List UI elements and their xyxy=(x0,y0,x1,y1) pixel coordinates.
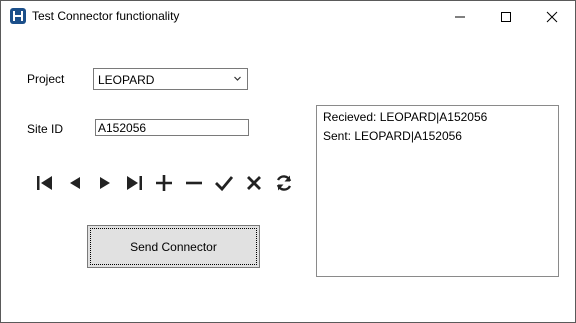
delete-icon xyxy=(186,181,202,185)
confirm-button[interactable] xyxy=(211,169,237,197)
site-id-value: A152056 xyxy=(98,121,147,135)
site-id-label: Site ID xyxy=(27,122,64,136)
confirm-icon xyxy=(215,176,234,192)
minimize-icon xyxy=(455,16,465,18)
project-label: Project xyxy=(27,72,65,86)
send-connector-button[interactable]: Send Connector xyxy=(87,225,260,268)
project-dropdown[interactable]: LEOPARD xyxy=(93,68,248,90)
add-icon xyxy=(156,175,172,191)
app-logo-icon xyxy=(10,8,26,24)
previous-icon xyxy=(70,177,80,189)
next-icon xyxy=(100,177,110,189)
next-record-button[interactable] xyxy=(92,169,118,197)
maximize-button[interactable] xyxy=(483,1,529,32)
first-record-button[interactable] xyxy=(32,169,58,197)
first-icon xyxy=(37,176,52,190)
chevron-down-icon xyxy=(234,76,241,81)
send-connector-label: Send Connector xyxy=(130,240,217,254)
title-bar: Test Connector functionality xyxy=(1,1,575,32)
last-record-button[interactable] xyxy=(121,169,147,197)
window-title: Test Connector functionality xyxy=(32,9,180,23)
log-line-sent: Sent: LEOPARD|A152056 xyxy=(323,129,462,143)
minimize-button[interactable] xyxy=(437,1,483,32)
main-window: Test Connector functionality Project LEO… xyxy=(0,0,576,323)
add-record-button[interactable] xyxy=(151,169,177,197)
last-icon xyxy=(127,176,142,190)
delete-record-button[interactable] xyxy=(181,169,207,197)
cancel-icon xyxy=(247,176,261,190)
site-id-field[interactable]: A152056 xyxy=(95,119,249,136)
close-button[interactable] xyxy=(529,1,575,32)
maximize-icon xyxy=(501,12,511,22)
log-textbox[interactable]: Recieved: LEOPARD|A152056 Sent: LEOPARD|… xyxy=(316,105,559,277)
close-icon xyxy=(546,11,558,23)
cancel-button[interactable] xyxy=(241,169,267,197)
project-value: LEOPARD xyxy=(98,73,155,87)
log-line-received: Recieved: LEOPARD|A152056 xyxy=(323,110,488,124)
refresh-button[interactable] xyxy=(271,169,297,197)
refresh-icon xyxy=(276,175,292,191)
previous-record-button[interactable] xyxy=(62,169,88,197)
